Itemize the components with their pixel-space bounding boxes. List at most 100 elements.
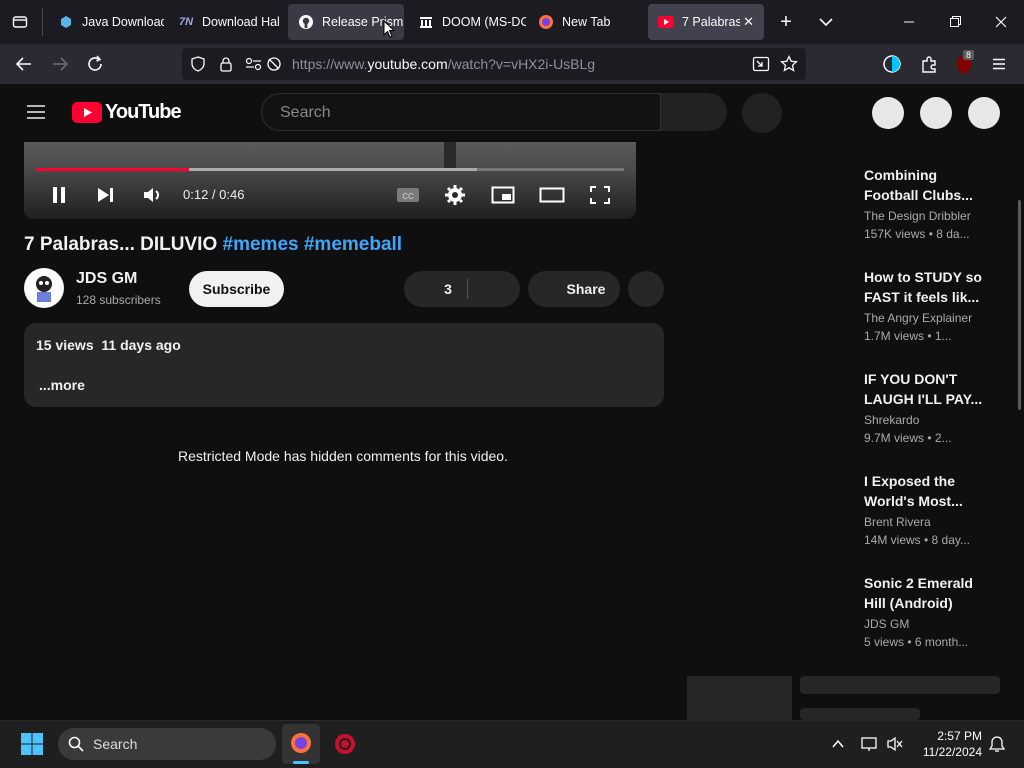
miniplayer-icon[interactable] [491, 186, 515, 204]
arrow-left-icon [15, 57, 31, 71]
firefox-view-button[interactable] [8, 10, 32, 34]
view-stats: 15 views 11 days ago [36, 337, 181, 353]
recommendation-meta: 1.7M views • 1... [864, 329, 952, 343]
back-button[interactable] [12, 53, 36, 75]
pause-icon[interactable] [51, 186, 67, 204]
tab-java-downloads[interactable]: Java Downloads [48, 4, 164, 40]
video-title-text: 7 Palabras... DILUVIO [24, 234, 218, 255]
recommendation-title: How to STUDY so FAST it feels lik... [864, 269, 982, 305]
minimize-button[interactable] [898, 12, 920, 32]
recommendation-item[interactable]: Sonic 2 Emerald Hill (Android) JDS GM 5 … [864, 573, 994, 649]
tab-new-tab[interactable]: New Tab [528, 4, 644, 40]
captions-icon[interactable]: CC [396, 186, 420, 204]
sidebar-scrollbar[interactable] [1018, 200, 1021, 410]
chevron-down-icon [819, 18, 833, 27]
vpn-extension-icon[interactable] [882, 54, 902, 74]
lock-icon[interactable] [218, 56, 234, 72]
notifications-button[interactable] [920, 97, 952, 129]
recommendation-item[interactable]: IF YOU DON'T LAUGH I'LL PAY... Shrekardo… [864, 369, 994, 445]
bookmark-star-icon[interactable] [780, 55, 798, 73]
voice-search-button[interactable] [742, 93, 782, 133]
svg-text:CC: CC [402, 192, 414, 201]
youtube-logo[interactable]: YouTube [72, 101, 182, 124]
recommendation-channel: Brent Rivera [864, 515, 931, 529]
search-button[interactable] [661, 93, 727, 131]
taskbar-firefox-button[interactable] [282, 724, 320, 764]
search-input[interactable] [278, 103, 642, 123]
tab-divider [42, 8, 43, 36]
new-tab-button[interactable]: + [775, 10, 797, 34]
reload-icon [88, 55, 102, 71]
autoplay-blocked-icon[interactable] [266, 56, 282, 72]
notification-center-icon[interactable] [988, 735, 1006, 753]
url-text[interactable]: https://www.youtube.com/watch?v=vHX2i-Us… [292, 56, 595, 72]
recommendation-meta: 14M views • 8 day... [864, 533, 971, 547]
picture-in-picture-icon[interactable] [752, 56, 770, 72]
url-prefix: https://www. [292, 56, 368, 72]
recommendation-item[interactable]: I Exposed the World's Most... Brent Rive… [864, 471, 994, 547]
settings-gear-icon[interactable] [444, 184, 466, 206]
recommendation-item[interactable]: How to STUDY so FAST it feels lik... The… [864, 267, 994, 343]
taskbar-search[interactable]: Search [58, 728, 276, 760]
volume-icon[interactable] [142, 185, 164, 205]
more-actions-button[interactable] [628, 271, 664, 307]
recommendation-channel: Shrekardo [864, 413, 920, 427]
next-video-icon[interactable] [96, 186, 116, 204]
url-domain: youtube.com [367, 56, 448, 72]
played-bar [36, 168, 189, 171]
create-button[interactable] [872, 97, 904, 129]
video-player[interactable]: 0:12 / 0:46 CC [24, 142, 636, 219]
video-hashtags[interactable]: #memes #memeball [223, 234, 403, 255]
loading-meta-placeholder [800, 708, 920, 720]
channel-avatar[interactable] [24, 268, 64, 308]
recommendation-item[interactable]: Combining Football Clubs... The Design D… [864, 165, 994, 241]
account-avatar[interactable] [968, 97, 1000, 129]
taskbar-clock-time[interactable]: 2:57 PM [932, 729, 982, 743]
list-all-tabs-button[interactable] [815, 12, 837, 32]
taskbar-clock-date[interactable]: 11/22/2024 [912, 745, 982, 759]
channel-name[interactable]: JDS GM [76, 270, 137, 288]
volume-muted-icon[interactable] [886, 735, 904, 753]
subscribe-button[interactable]: Subscribe [189, 271, 284, 307]
browser-tab-bar: Java Downloads 7N Download Hal Release P… [0, 0, 1024, 44]
windows-start-icon[interactable] [20, 732, 44, 756]
subscriber-count: 128 subscribers [76, 293, 161, 307]
restore-icon [950, 16, 961, 27]
close-window-button[interactable] [990, 12, 1012, 32]
dislike-button[interactable] [468, 271, 520, 307]
shield-icon[interactable] [190, 56, 206, 72]
search-icon [68, 736, 84, 752]
extensions-puzzle-icon[interactable] [919, 54, 939, 74]
channel-avatar-icon [36, 276, 52, 302]
url-bar[interactable]: https://www.youtube.com/watch?v=vHX2i-Us… [182, 48, 806, 80]
recommendation-title: IF YOU DON'T LAUGH I'LL PAY... [864, 371, 983, 407]
restore-button[interactable] [944, 12, 966, 32]
tab-doom[interactable]: DOOM (MS-DOS) [408, 4, 526, 40]
tab-youtube-active[interactable]: 7 Palabras... ✕ [648, 4, 764, 40]
like-dislike-group: 3 [404, 271, 520, 307]
ublock-extension-button[interactable]: 8 [954, 50, 976, 75]
player-time: 0:12 / 0:46 [183, 187, 245, 202]
tab-close-icon[interactable]: ✕ [743, 14, 754, 30]
forward-button[interactable] [48, 53, 72, 75]
progress-track[interactable] [36, 168, 624, 171]
video-frame-detail [444, 142, 456, 168]
show-more-link[interactable]: ...more [39, 377, 85, 393]
video-title: 7 Palabras... DILUVIO #memes #memeball [24, 234, 402, 256]
chevron-up-icon[interactable] [830, 736, 846, 752]
description-box[interactable]: 15 views 11 days ago ...more [24, 323, 664, 407]
share-button[interactable]: Share [528, 271, 620, 307]
search-box[interactable] [261, 93, 661, 131]
active-app-indicator [293, 761, 309, 764]
fullscreen-icon[interactable] [589, 185, 611, 205]
network-icon[interactable] [860, 735, 878, 753]
arrow-right-icon [53, 57, 69, 71]
theater-mode-icon[interactable] [539, 186, 565, 204]
tab-download-hal[interactable]: 7N Download Hal [168, 4, 282, 40]
taskbar-app-icon[interactable] [334, 733, 356, 755]
permissions-icon[interactable] [244, 56, 264, 72]
plus-icon: + [780, 11, 792, 33]
guide-menu-icon[interactable] [26, 103, 46, 121]
reload-button[interactable] [84, 53, 108, 75]
hamburger-menu-icon[interactable] [990, 55, 1008, 73]
